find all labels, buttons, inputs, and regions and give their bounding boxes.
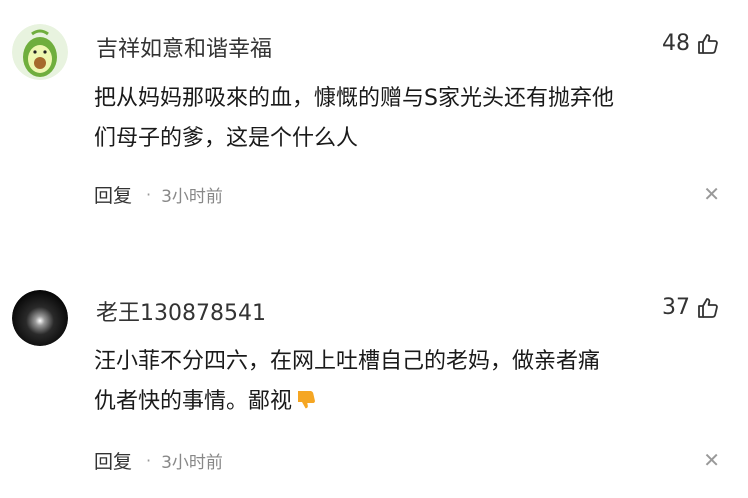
like-count: 48 [662,31,690,56]
dark-sphere-avatar-icon [12,290,68,346]
close-icon[interactable]: ✕ [703,450,720,470]
timestamp: 3小时前 [161,186,223,207]
like-control[interactable]: 48 [662,31,720,56]
comment-item: 吉祥如意和谐幸福 48 把从妈妈那吸來的血，慷慨的赠与S家光头还有抛弃他 们母子… [0,0,748,230]
avatar[interactable] [12,290,68,346]
reply-button[interactable]: 回复 [94,447,132,474]
close-icon[interactable]: ✕ [703,184,720,204]
like-count: 37 [662,295,690,320]
avocado-avatar-icon [12,24,68,80]
comment-line: 汪小菲不分四六，在网上吐槽自己的老妈，做亲者痛 [94,349,601,374]
thumbs-up-icon[interactable] [696,32,720,56]
comment-text: 把从妈妈那吸來的血，慷慨的赠与S家光头还有抛弃他 们母子的爹，这是个什么人 [94,79,724,159]
comment-item: 老王130878541 37 汪小菲不分四六，在网上吐槽自己的老妈，做亲者痛 仇… [0,262,748,492]
comment-line: 们母子的爹，这是个什么人 [94,126,359,151]
thumbs-down-emoji [294,386,318,426]
timestamp: 3小时前 [161,452,223,473]
comment-line: 仇者快的事情。鄙视 [94,382,724,426]
comment-line-text: 仇者快的事情。鄙视 [94,389,293,414]
thumbs-up-icon[interactable] [696,296,720,320]
comment-footer: 回复 · 3小时前 ✕ [94,181,720,208]
separator-dot: · [146,184,152,204]
username[interactable]: 老王130878541 [96,295,266,327]
avatar[interactable] [12,24,68,80]
comment-text: 汪小菲不分四六，在网上吐槽自己的老妈，做亲者痛 仇者快的事情。鄙视 [94,342,724,426]
reply-button[interactable]: 回复 [94,181,132,208]
comment-footer: 回复 · 3小时前 ✕ [94,447,720,474]
username[interactable]: 吉祥如意和谐幸福 [96,31,272,63]
comment-line: 把从妈妈那吸來的血，慷慨的赠与S家光头还有抛弃他 [94,86,614,111]
separator-dot: · [146,450,152,470]
like-control[interactable]: 37 [662,295,720,320]
